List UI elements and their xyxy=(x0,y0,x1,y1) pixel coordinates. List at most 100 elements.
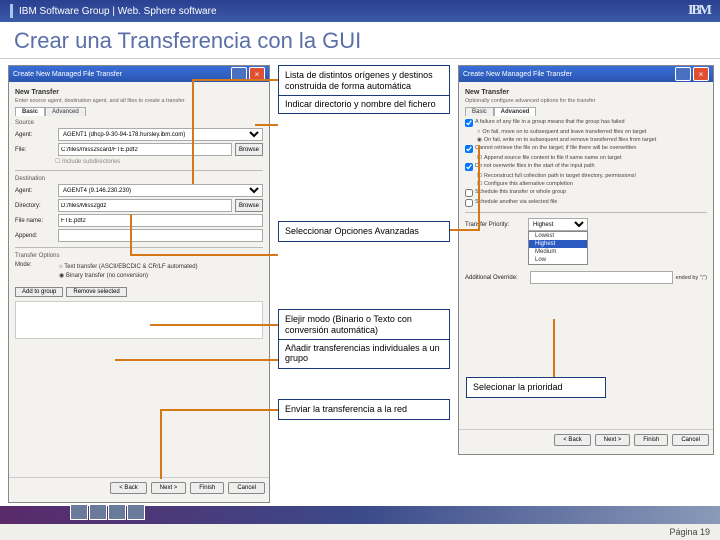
footer-bar: Página 19 xyxy=(0,524,720,540)
check-1[interactable]: A failure of any file in a group means t… xyxy=(465,119,707,127)
annotation-1: Lista de distintos orígenes y destinos c… xyxy=(278,65,450,114)
priority-option[interactable]: Low xyxy=(529,256,587,264)
additional-input[interactable] xyxy=(530,271,673,284)
right-wizard-buttons: < Back Next > Finish Cancel xyxy=(459,429,713,450)
check-2a[interactable]: ☐ Append source file content to file if … xyxy=(477,155,707,161)
priority-option[interactable]: Lowest xyxy=(529,232,587,240)
tab-advanced[interactable]: Advanced xyxy=(45,107,86,116)
include-subdirs[interactable]: ☐ Include subdirectories xyxy=(55,158,263,165)
tab-basic[interactable]: Basic xyxy=(15,107,45,116)
back-button-2[interactable]: < Back xyxy=(554,434,591,446)
source-agent-select[interactable]: AGENT1 (dhcp-9-30-94-178.hursley.ibm.com… xyxy=(58,128,263,141)
header-accent xyxy=(10,4,13,18)
connector-line xyxy=(450,229,480,231)
right-window-title: Create New Managed File Transfer xyxy=(463,71,572,78)
check-1b[interactable]: ◉ On fail, write on to subsequent and re… xyxy=(477,137,707,143)
dest-agent-select[interactable]: AGENT4 (9.146.230.230) xyxy=(58,184,263,197)
header-bar: IBM Software Group | Web. Sphere softwar… xyxy=(0,0,720,22)
connector-line xyxy=(160,409,278,411)
connector-line xyxy=(255,124,278,126)
source-label: Source xyxy=(15,120,263,126)
footer-thumbnails xyxy=(70,504,145,520)
check-3a[interactable]: ☐ Reconstruct full collection path in ta… xyxy=(477,173,707,179)
content-area: Create New Managed File Transfer × New T… xyxy=(0,59,720,509)
append-input[interactable] xyxy=(58,229,263,242)
browse-button[interactable]: Browse xyxy=(235,143,263,156)
close-icon-2[interactable]: × xyxy=(693,67,709,81)
additional-hint: ended by ";") xyxy=(676,275,707,281)
finish-button[interactable]: Finish xyxy=(190,482,224,494)
connector-line xyxy=(192,79,194,184)
priority-select[interactable]: Highest xyxy=(528,218,588,231)
page-number: Página 19 xyxy=(669,527,710,537)
left-subheading: Enter source agent, destination agent, a… xyxy=(15,98,263,104)
connector-line xyxy=(160,409,162,479)
annotation-3: Elejir modo (Binario o Texto con convers… xyxy=(278,309,450,369)
mode-label: Mode: xyxy=(15,262,55,281)
annotation-1b: Indicar directorio y nombre del fichero xyxy=(279,95,449,110)
annotation-3a: Elejir modo (Binario o Texto con convers… xyxy=(285,314,443,336)
right-window-titlebar: Create New Managed File Transfer × xyxy=(459,66,713,82)
annotation-2: Seleccionar Opciones Avanzadas xyxy=(278,221,450,242)
source-file-input[interactable] xyxy=(58,143,232,156)
finish-button-2[interactable]: Finish xyxy=(634,434,668,446)
check-3b[interactable]: ☐ Configure this alternative completion xyxy=(477,181,707,187)
connector-line xyxy=(150,324,278,326)
left-window-title: Create New Managed File Transfer xyxy=(13,71,122,78)
group-list xyxy=(15,301,263,339)
left-heading: New Transfer xyxy=(15,89,263,96)
check-5[interactable]: Schedule another via selected file xyxy=(465,199,707,207)
header-text: IBM Software Group | Web. Sphere softwar… xyxy=(19,6,217,17)
next-button-2[interactable]: Next > xyxy=(595,434,631,446)
check-1a[interactable]: ○ On fail, move on to subsequent and lea… xyxy=(477,129,707,135)
tab-row: Basic Advanced xyxy=(15,107,263,116)
check-4[interactable]: Schedule this transfer or whole group xyxy=(465,189,707,197)
back-button[interactable]: < Back xyxy=(110,482,147,494)
cancel-button-2[interactable]: Cancel xyxy=(672,434,709,446)
page-title: Crear una Transferencia con la GUI xyxy=(0,22,720,59)
tab-basic-2[interactable]: Basic xyxy=(465,107,494,116)
connector-line xyxy=(192,79,278,81)
annotation-1a: Lista de distintos orígenes y destinos c… xyxy=(285,70,443,92)
left-wizard-buttons: < Back Next > Finish Cancel xyxy=(9,477,269,498)
connector-line xyxy=(478,145,480,229)
next-button[interactable]: Next > xyxy=(151,482,187,494)
left-screenshot: Create New Managed File Transfer × New T… xyxy=(8,65,270,503)
connector-line xyxy=(130,214,132,254)
annotation-4: Selecionar la prioridad xyxy=(466,377,606,398)
footer: Página 19 xyxy=(0,506,720,540)
annotation-3b: Añadir transferencias individuales a un … xyxy=(279,339,449,365)
connector-line xyxy=(115,359,278,361)
minimize-icon-2[interactable] xyxy=(675,67,691,81)
right-subheading: Optionally configure advanced options fo… xyxy=(465,98,707,104)
agent-label: Agent: xyxy=(15,132,55,138)
dest-label: Destination xyxy=(15,176,263,182)
additional-label: Additional Override: xyxy=(465,275,527,281)
connector-line xyxy=(553,319,555,377)
fname-label: File name: xyxy=(15,218,55,224)
file-label: File: xyxy=(15,147,55,153)
right-heading: New Transfer xyxy=(465,89,707,96)
priority-dropdown[interactable]: Lowest Highest Medium Low xyxy=(528,231,588,265)
browse-button-2[interactable]: Browse xyxy=(235,199,263,212)
ibm-logo: IBM xyxy=(688,3,710,19)
check-2[interactable]: Cannot retrieve the file on the target; … xyxy=(465,145,707,153)
filename-input[interactable] xyxy=(58,214,263,227)
footer-gradient xyxy=(0,506,720,524)
radio-binary[interactable]: ◉ Binary transfer (no conversion) xyxy=(59,272,198,279)
priority-label: Transfer Priority: xyxy=(465,222,525,228)
annotation-5: Enviar la transferencia a la red xyxy=(278,399,450,420)
add-to-group-button[interactable]: Add to group xyxy=(15,287,63,297)
agent2-label: Agent: xyxy=(15,188,55,194)
remove-selected-button[interactable]: Remove selected xyxy=(66,287,126,297)
priority-option[interactable]: Medium xyxy=(529,248,587,256)
connector-line xyxy=(130,254,278,256)
dir-label: Directory: xyxy=(15,203,55,209)
check-3[interactable]: Do not overwrite files in the start of t… xyxy=(465,163,707,171)
radio-text[interactable]: ○ Text transfer (ASCII/EBCDIC & CR/LF au… xyxy=(59,264,198,270)
directory-input[interactable] xyxy=(58,199,232,212)
priority-option-selected[interactable]: Highest xyxy=(529,240,587,248)
tab-advanced-2[interactable]: Advanced xyxy=(494,107,537,116)
append-label: Append: xyxy=(15,233,55,239)
cancel-button[interactable]: Cancel xyxy=(228,482,265,494)
